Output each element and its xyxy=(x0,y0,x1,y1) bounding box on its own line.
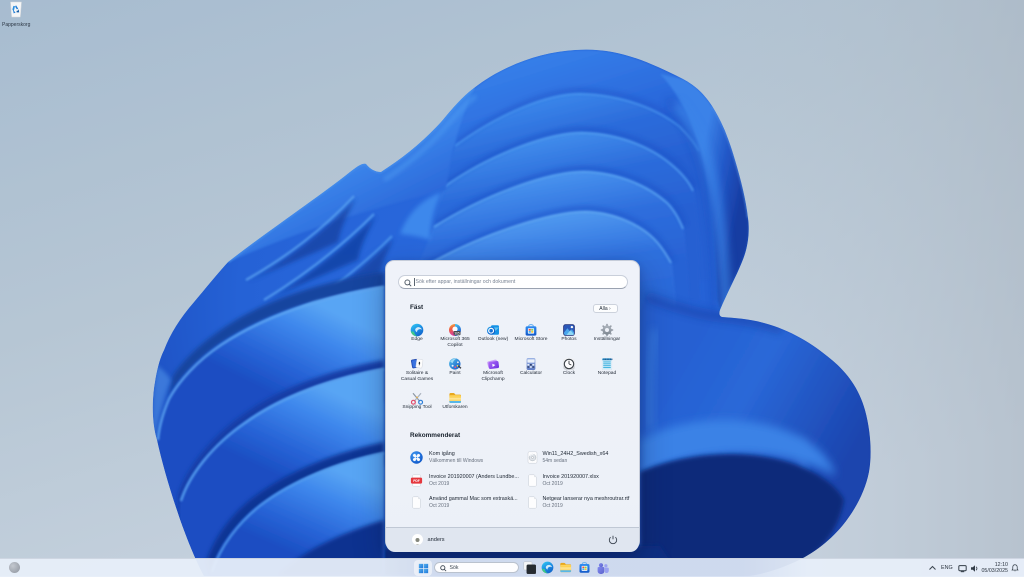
svg-text:PDF: PDF xyxy=(413,479,420,483)
svg-text:365: 365 xyxy=(454,331,460,335)
